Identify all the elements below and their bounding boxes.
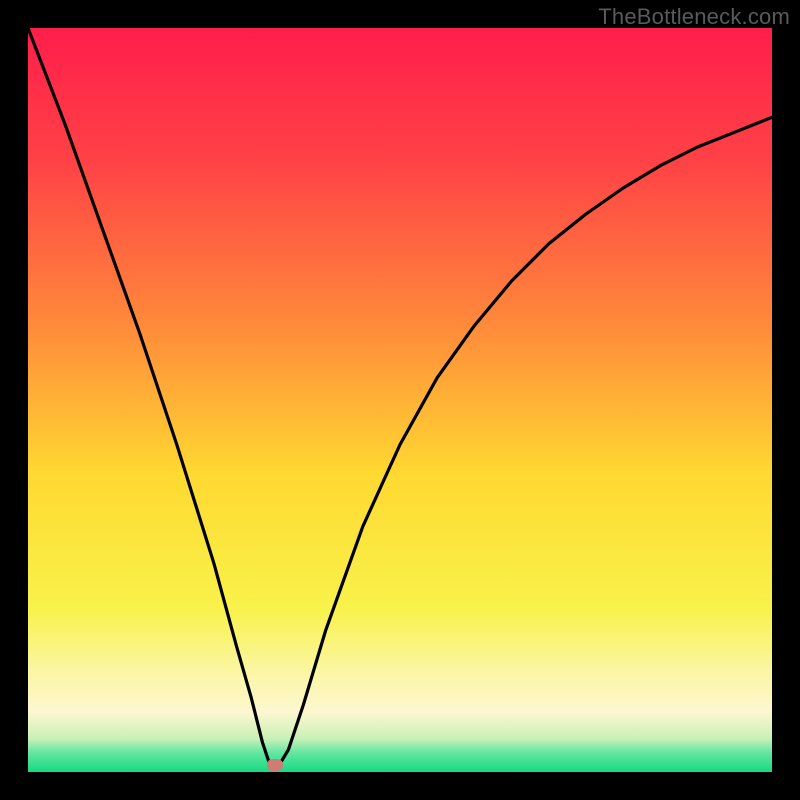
chart-frame: TheBottleneck.com (0, 0, 800, 800)
plot-area (28, 28, 772, 772)
bottleneck-curve (28, 28, 772, 772)
optimal-marker (267, 759, 283, 771)
watermark-text: TheBottleneck.com (598, 4, 790, 30)
